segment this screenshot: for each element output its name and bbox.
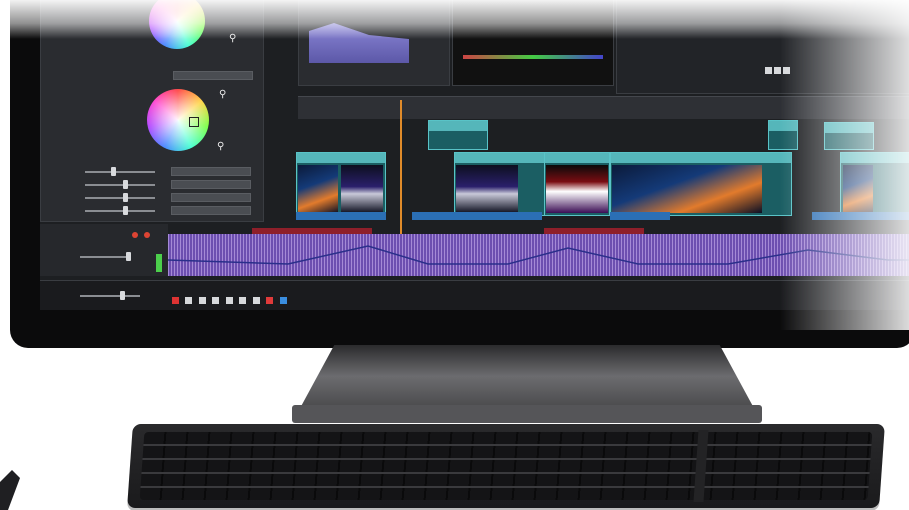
stop-icon[interactable] [783, 67, 790, 74]
clip-3-header [545, 153, 609, 163]
clip-1-header [297, 153, 385, 163]
slider-track-4[interactable] [85, 210, 155, 212]
color-wheel-top[interactable] [149, 0, 205, 49]
play-button[interactable] [198, 297, 206, 304]
clip-2-thumb [456, 165, 518, 213]
viewer-controls [765, 61, 792, 79]
slider-knob-1[interactable] [111, 167, 116, 176]
clip-upper-3-header [825, 123, 873, 133]
clip-upper-1-header [429, 121, 487, 131]
pause-button[interactable] [212, 297, 220, 304]
clip-5[interactable] [840, 152, 909, 216]
playhead[interactable] [400, 100, 402, 240]
slider-value-1[interactable] [171, 167, 251, 176]
audio-track-header [40, 224, 168, 276]
transport-controls [172, 291, 289, 309]
slider-track-1[interactable] [85, 171, 155, 173]
zoom-knob[interactable] [120, 291, 125, 300]
color-wheel-main[interactable] [147, 89, 209, 151]
slider-track-2[interactable] [85, 184, 155, 186]
clip-upper-2[interactable] [768, 120, 798, 150]
audio-volume-track[interactable] [80, 256, 130, 258]
monitor-base [292, 405, 762, 423]
stop-button[interactable] [225, 297, 233, 304]
blue-track-bar-1[interactable] [296, 212, 386, 220]
slider-value-3[interactable] [171, 193, 251, 202]
envelope-line[interactable] [168, 245, 909, 265]
clip-1-thumb-b [341, 165, 383, 213]
clip-3-thumb [546, 165, 608, 213]
clip-4-header [611, 153, 791, 163]
blue-track-bar-2[interactable] [412, 212, 542, 220]
clip-upper-3[interactable] [824, 122, 874, 150]
slider-knob-4[interactable] [123, 206, 128, 215]
speaker-icon[interactable] [252, 297, 260, 304]
scope-panel [452, 0, 614, 86]
monitor: ⚲ ⚲ ⚲ [10, 0, 909, 348]
audio-volume-knob[interactable] [126, 252, 131, 261]
record-button[interactable] [172, 297, 179, 304]
slider-knob-3[interactable] [123, 193, 128, 202]
preset-field[interactable] [173, 71, 253, 80]
keyboard [127, 424, 885, 508]
pause-icon[interactable] [774, 67, 781, 74]
slider-value-2[interactable] [171, 180, 251, 189]
transport-bar [40, 280, 909, 310]
slider-knob-2[interactable] [123, 180, 128, 189]
waveform-scope [463, 55, 603, 59]
audio-volume-envelope[interactable] [168, 234, 909, 276]
clip-5-header [841, 153, 909, 163]
slider-value-4[interactable] [171, 206, 251, 215]
histogram-panel [298, 0, 450, 86]
clip-upper-1[interactable] [428, 120, 488, 150]
clip-3[interactable] [544, 152, 610, 216]
zoom-track[interactable] [80, 295, 140, 297]
clip-5-thumb [843, 165, 873, 213]
forward-button[interactable] [239, 297, 247, 304]
mute-icon[interactable] [144, 232, 150, 238]
clip-1-thumb-a [298, 165, 338, 213]
slider-track-3[interactable] [85, 197, 155, 199]
play-icon[interactable] [765, 67, 772, 74]
wheel-crosshair[interactable] [189, 117, 199, 127]
blue-track-bar-4[interactable] [812, 212, 909, 220]
clip-4[interactable] [610, 152, 792, 216]
eyedropper-icon[interactable]: ⚲ [229, 33, 236, 44]
clip-upper-2-header [769, 121, 797, 131]
clip-1[interactable] [296, 152, 386, 216]
snap-button[interactable] [279, 297, 287, 304]
color-correction-panel: ⚲ ⚲ ⚲ [40, 0, 264, 222]
viewer-panel [616, 0, 909, 94]
eyedropper-icon-3[interactable]: ⚲ [217, 141, 224, 152]
eyedropper-icon-2[interactable]: ⚲ [219, 89, 226, 100]
clip-4-thumb [612, 165, 762, 213]
timeline-ruler[interactable] [298, 96, 909, 119]
video-editor-screen: ⚲ ⚲ ⚲ [40, 0, 909, 310]
keyboard-key-rows [139, 432, 873, 500]
audio-meter [156, 254, 162, 272]
blue-track-bar-3[interactable] [610, 212, 670, 220]
histogram [309, 23, 409, 63]
cable [0, 470, 20, 510]
rewind-button[interactable] [185, 297, 193, 304]
record-icon[interactable] [132, 232, 138, 238]
marker-button[interactable] [266, 297, 274, 304]
